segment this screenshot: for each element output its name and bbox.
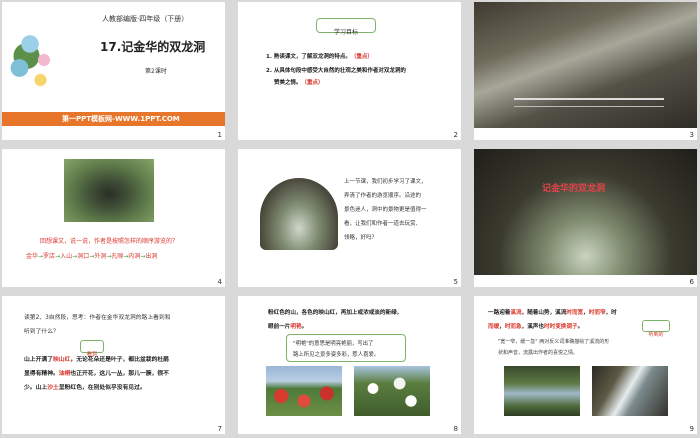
slide-thumbnail-3[interactable]: 3 <box>474 2 697 140</box>
goal-2-line-2: 赞美之情。（重点） <box>274 78 324 86</box>
slide-thumbnail-4[interactable]: 回想课文，说一说，作者是按照怎样的顺序游览的？ 金华→罗店→入山→洞口→外洞→孔… <box>2 149 225 287</box>
para-line-2: 弄清了作者的游览顺序。沿途的 <box>344 193 422 199</box>
para-line-1: 上一节课，我们初步学习了课文， <box>344 179 427 185</box>
slide-number: 7 <box>217 425 222 433</box>
goal-2-text: 赞美之情。 <box>274 80 302 86</box>
route-sequence: 金华→罗店→入山→洞口→外洞→孔隙→内洞→出洞 <box>26 251 157 260</box>
slide-number: 6 <box>689 278 694 286</box>
slide-number: 9 <box>689 425 694 433</box>
goal-1: 1. 熟读课文，了解双龙洞的特点。（重点） <box>266 52 373 60</box>
note-line-2: 状和声音，流露出作者的喜悦之情。 <box>498 350 579 356</box>
overlay-title: 记金华的双龙洞 <box>542 184 606 194</box>
highlight: 溪流 <box>510 310 522 316</box>
highlight: 明艳 <box>290 324 302 330</box>
lesson-title: 17.记金华的双龙洞 <box>100 40 206 54</box>
stream-photo <box>504 366 580 416</box>
highlight: 时时变换调子 <box>544 324 578 330</box>
para-line-5: 领略，好吗？ <box>344 235 378 241</box>
text: 。 <box>301 324 308 330</box>
seen-tag: 看到 <box>80 340 104 358</box>
flower-decoration-image <box>2 20 72 100</box>
line-1: 一路迎着溪流，随着山势，溪流时而宽，时而窄，时 <box>488 308 617 316</box>
text: 一路迎着 <box>488 310 511 316</box>
goal-1-tag: （重点） <box>350 54 373 60</box>
text: 少。山上 <box>24 385 48 391</box>
slide-thumbnail-2[interactable]: 学习目标 1. 熟读课文，了解双龙洞的特点。（重点） 2. 从具体句段中感受大自… <box>238 2 461 140</box>
lesson-subtitle: 第2课时 <box>145 68 167 75</box>
text: 呈粉红色，在别处似乎没有见过。 <box>58 385 146 391</box>
highlight: 映山红 <box>53 357 71 363</box>
slide-number: 1 <box>217 131 222 139</box>
heading-box: 学习目标 <box>316 18 376 36</box>
text: 山上开满了 <box>24 357 53 363</box>
text: ，溪声也 <box>521 324 544 330</box>
goal-1-text: 1. 熟读课文，了解双龙洞的特点。 <box>266 54 351 60</box>
azalea-photo <box>266 366 342 416</box>
footer-bar: 第一PPT模板网-WWW.1PPT.COM <box>2 112 225 126</box>
slide-number: 5 <box>453 278 458 286</box>
heard-tag: 听到的 <box>642 320 670 338</box>
cave-arch-photo <box>260 178 338 250</box>
text: 眼前一片 <box>268 324 291 330</box>
highlight: 时而宽 <box>566 310 584 316</box>
slide-thumbnail-7[interactable]: 读第2、3自然段，思考：作者在金华双龙洞的路上看到和 听到了什么？ 看到 山上开… <box>2 296 225 434</box>
text: ，随着山势，溪流 <box>521 310 567 316</box>
review-question: 回想课文，说一说，作者是按照怎样的顺序游览的？ <box>40 238 179 245</box>
slide-number: 8 <box>453 425 458 433</box>
body-line-1: 山上开满了映山红，无论花朵还是叶子，都比盆栽的杜鹃 <box>24 354 169 363</box>
rapids-photo <box>592 366 668 416</box>
cave-entrance-photo <box>474 2 697 128</box>
highlight: 时而窄 <box>588 310 606 316</box>
route-step: 入山 <box>60 253 73 260</box>
highlight: 而缓 <box>488 324 500 330</box>
body-line-3: 少。山上沙土呈粉红色，在别处似乎没有见过。 <box>24 382 146 391</box>
text: 也正开花，这儿一丛，那儿一簇，很不 <box>70 371 169 377</box>
footer-text: 第一PPT模板网-WWW.1PPT.COM <box>62 115 180 123</box>
line-1: 粉红色的山，各色的映山红，再加上或浓或淡的新绿， <box>268 310 403 316</box>
slide-thumbnail-9[interactable]: 一路迎着溪流，随着山势，溪流时而宽，时而窄，时 而缓，时而急，溪声也时时变换调子… <box>474 296 697 434</box>
para-line-3: 景色迷人，洞中的景物更是值得一 <box>344 207 427 213</box>
heading-text: 学习目标 <box>333 29 358 36</box>
route-step: 出洞 <box>145 253 158 260</box>
publisher-label: 人教部编版·四年级（下册） <box>102 15 189 23</box>
highlight: 时而急 <box>504 324 522 330</box>
railing-decoration <box>514 98 664 107</box>
para-line-4: 看，让我们和作者一道去玩赏、 <box>344 221 422 227</box>
text: 显得有精神。 <box>24 371 59 377</box>
heard-tag-text: 听到的 <box>648 332 664 338</box>
body-line-2: 显得有精神。油桐也正开花，这儿一丛，那儿一簇，很不 <box>24 368 169 377</box>
route-step: 洞口 <box>77 253 90 260</box>
cave-mouth-photo <box>64 159 154 222</box>
slide-number: 4 <box>217 278 222 286</box>
text: ，时 <box>605 310 617 316</box>
slide-thumbnail-6[interactable]: 记金华的双龙洞 6 <box>474 149 697 287</box>
goal-2-tag: （重点） <box>301 80 324 86</box>
cave-interior-photo <box>474 149 697 275</box>
route-step: 罗店 <box>43 253 56 260</box>
explanation-box: "明艳"的意思是明亮艳丽，写出了 路上所见之景多姿多彩，惹人喜爱。 <box>286 334 406 362</box>
text: 。 <box>577 324 584 330</box>
line-2: 而缓，时而急，溪声也时时变换调子。 <box>488 322 583 330</box>
highlight: 沙土 <box>47 385 59 391</box>
box-line-1: "明艳"的意思是明亮艳丽，写出了 <box>293 341 374 347</box>
slide-number: 3 <box>689 131 694 139</box>
slide-thumbnail-1[interactable]: 人教部编版·四年级（下册） 17.记金华的双龙洞 第2课时 第一PPT模板网-W… <box>2 2 225 140</box>
slide-number: 2 <box>453 131 458 139</box>
slide-thumbnail-5[interactable]: 上一节课，我们初步学习了课文， 弄清了作者的游览顺序。沿途的 景色迷人，洞中的景… <box>238 149 461 287</box>
tung-blossom-photo <box>354 366 430 416</box>
route-step: 金华 <box>26 253 39 260</box>
note-line-1: "宽一窄，缓一急" 两对反义词准确描绘了溪流的形 <box>498 339 610 345</box>
goal-2-line-1: 2. 从具体句段中感受大自然的壮观之美和作者对双龙洞的 <box>266 68 406 74</box>
highlight: 油桐 <box>58 371 71 377</box>
route-step: 孔隙 <box>111 253 124 260</box>
route-step: 外洞 <box>94 253 107 260</box>
box-line-2: 路上所见之景多姿多彩，惹人喜爱。 <box>293 352 380 358</box>
route-step: 内洞 <box>128 253 141 260</box>
intro-line-1: 读第2、3自然段，思考：作者在金华双龙洞的路上看到和 <box>24 315 171 321</box>
slide-thumbnail-8[interactable]: 粉红色的山，各色的映山红，再加上或浓或淡的新绿， 眼前一片明艳。 "明艳"的意思… <box>238 296 461 434</box>
text: ，无论花朵还是叶子，都比盆栽的杜鹃 <box>70 357 169 363</box>
intro-line-2: 听到了什么？ <box>24 329 59 335</box>
line-2: 眼前一片明艳。 <box>268 322 307 330</box>
